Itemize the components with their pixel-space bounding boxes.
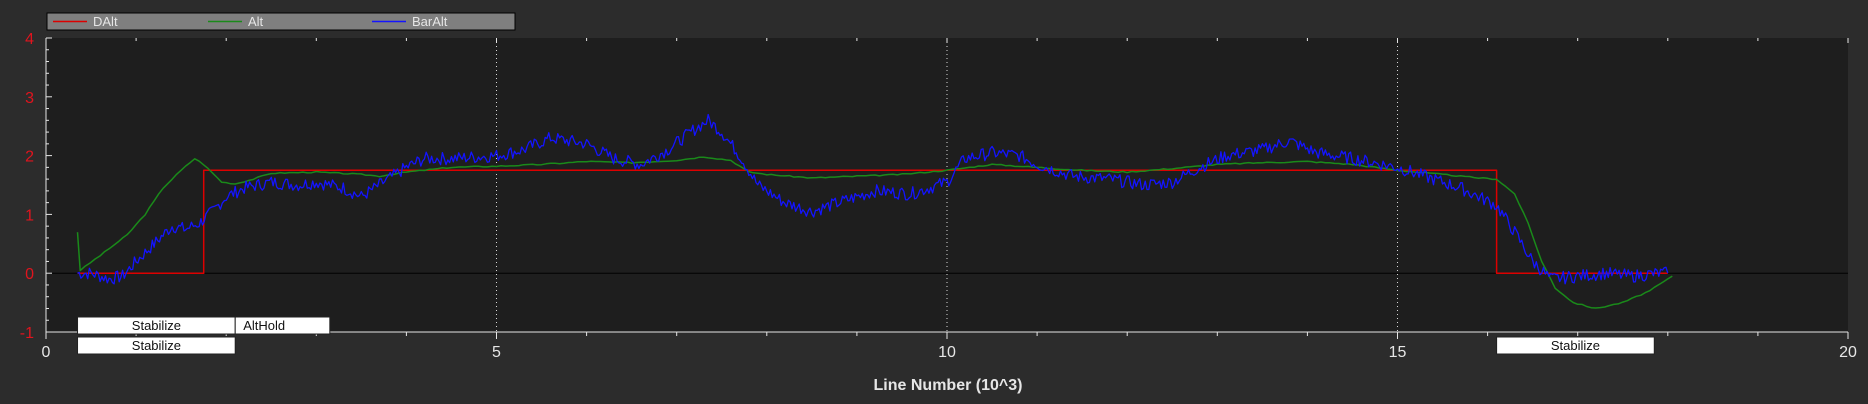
- y-tick-label: 2: [25, 149, 34, 166]
- x-tick-label: 15: [1389, 344, 1407, 361]
- x-tick-label: 10: [938, 344, 956, 361]
- y-tick-label: 1: [25, 207, 34, 224]
- mode-label: Stabilize: [132, 318, 181, 333]
- x-axis-label: Line Number (10^3): [874, 377, 1023, 394]
- y-tick-label: 0: [25, 266, 34, 283]
- x-tick-label: 5: [492, 344, 501, 361]
- x-tick-label: 0: [42, 344, 51, 361]
- x-tick-label: 20: [1839, 344, 1857, 361]
- y-tick-label: 3: [25, 90, 34, 107]
- mode-label: AltHold: [243, 318, 285, 333]
- mode-label: Stabilize: [1551, 338, 1600, 353]
- legend-label-baralt: BarAlt: [412, 14, 448, 29]
- y-tick-label: 4: [25, 31, 34, 48]
- legend-label-alt: Alt: [248, 14, 264, 29]
- mode-label: Stabilize: [132, 338, 181, 353]
- flight-log-chart: 0 5 10 15 20 -1 0 1 2 3 4 Stabilize AltHold Stabiliz…: [20, 12, 1857, 394]
- y-tick-label: -1: [20, 325, 34, 342]
- legend-label-dalt: DAlt: [93, 14, 118, 29]
- legend: DAlt Alt BarAlt: [46, 12, 516, 31]
